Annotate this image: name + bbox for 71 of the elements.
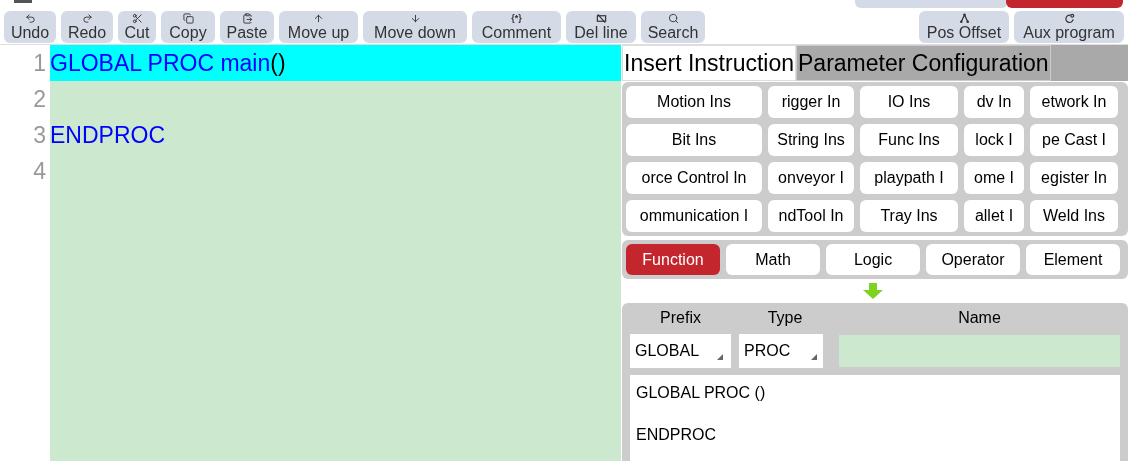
category-tab[interactable]: Math	[726, 244, 820, 275]
name-field[interactable]	[839, 335, 1120, 367]
line-number: 4	[32, 157, 47, 186]
instruction-button[interactable]: String Ins	[768, 124, 854, 156]
toolbar-button[interactable]: Pos Offset	[919, 11, 1009, 43]
column-header: Type	[766, 308, 804, 328]
preview-line: GLOBAL PROC ()	[636, 383, 767, 403]
toolbar-button[interactable]: Search	[641, 11, 705, 43]
prefix-dropdown[interactable]: GLOBAL	[630, 334, 731, 368]
category-tab[interactable]: Operator	[926, 244, 1020, 275]
corner-triangle-icon	[717, 354, 723, 360]
code-token: ENDPROC	[50, 120, 165, 150]
column-header: Prefix	[659, 308, 702, 328]
undo-icon	[24, 13, 36, 24]
instruction-button[interactable]: lock I	[964, 124, 1024, 156]
instruction-button[interactable]: ome I	[964, 162, 1024, 194]
toolbar-button[interactable]: Paste	[220, 11, 274, 43]
category-tab[interactable]: Function	[626, 244, 720, 275]
paste-icon	[241, 13, 253, 24]
instruction-button[interactable]: playpath I	[860, 162, 958, 194]
rotate-dot-icon	[1063, 13, 1075, 24]
scissors-icon	[131, 13, 143, 24]
redo-icon	[81, 13, 93, 24]
corner-triangle-icon	[811, 354, 817, 360]
menu-icon[interactable]	[14, 0, 32, 3]
code-area[interactable]	[50, 189, 621, 461]
category-tab[interactable]: Logic	[826, 244, 920, 275]
instruction-button[interactable]: egister In	[1030, 162, 1118, 194]
line-number: 2	[32, 85, 47, 114]
instruction-button[interactable]: Bit Ins	[626, 124, 762, 156]
toolbar-button[interactable]: {*} Comment	[472, 11, 561, 43]
line-number: 1	[32, 49, 47, 78]
instruction-button[interactable]: ndTool In	[768, 200, 854, 232]
search-icon	[667, 13, 679, 24]
instruction-button[interactable]: ommunication I	[626, 200, 762, 232]
preview-line: ENDPROC	[636, 425, 717, 445]
crossed-rectangle-icon	[595, 13, 607, 24]
toolbar-button[interactable]: Undo	[4, 11, 56, 43]
arrow-down-icon	[409, 13, 421, 24]
instruction-button[interactable]: Func Ins	[860, 124, 958, 156]
instruction-button[interactable]: pe Cast I	[1030, 124, 1118, 156]
instruction-button[interactable]: Tray Ins	[860, 200, 958, 232]
instruction-button[interactable]: orce Control In	[626, 162, 762, 194]
toolbar-button[interactable]: Copy	[161, 11, 215, 43]
category-tab[interactable]: Element	[1026, 244, 1120, 275]
toolbar-button[interactable]: Move up	[279, 11, 358, 43]
braces-icon: {*}	[511, 13, 522, 24]
instruction-button[interactable]: rigger In	[768, 86, 854, 118]
code-token: GLOBAL PROC main	[50, 48, 271, 78]
toolbar-button[interactable]: Aux program	[1014, 11, 1124, 43]
instruction-button[interactable]: etwork In	[1030, 86, 1118, 118]
toolbar-button[interactable]: Del line	[566, 11, 636, 43]
code-token: ()	[270, 48, 286, 78]
down-arrow-icon	[863, 283, 883, 299]
toolbar-button[interactable]: Move down	[363, 11, 467, 43]
type-dropdown[interactable]: PROC	[739, 334, 823, 368]
nodes-icon	[958, 13, 970, 24]
toolbar-button[interactable]: Redo	[61, 11, 113, 43]
instruction-button[interactable]: dv In	[964, 86, 1024, 118]
copy-icon	[182, 13, 194, 24]
toolbar-button[interactable]: Cut	[118, 11, 156, 43]
instruction-button[interactable]: IO Ins	[860, 86, 958, 118]
tab[interactable]: Insert Instruction	[622, 45, 797, 81]
arrow-up-icon	[313, 13, 324, 24]
line-number: 3	[32, 121, 47, 150]
column-header: Name	[957, 308, 1002, 328]
instruction-button[interactable]: onveyor I	[768, 162, 854, 194]
tab[interactable]: Parameter Configuration	[796, 45, 1051, 81]
instruction-button[interactable]: allet I	[964, 200, 1024, 232]
instruction-button[interactable]: Motion Ins	[626, 86, 762, 118]
instruction-button[interactable]: Weld Ins	[1030, 200, 1118, 232]
